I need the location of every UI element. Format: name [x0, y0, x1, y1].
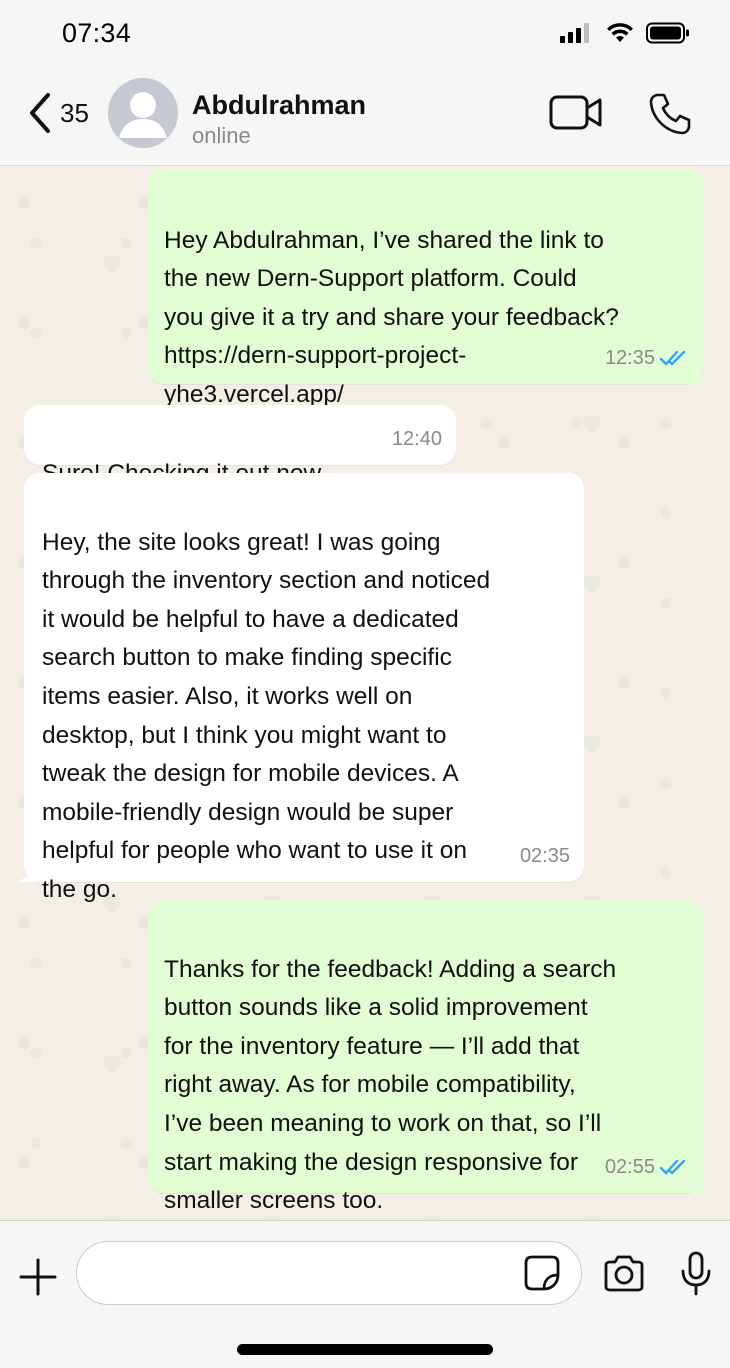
sticker-button[interactable]: [522, 1253, 562, 1298]
camera-button[interactable]: [602, 1255, 646, 1298]
video-call-button[interactable]: [549, 94, 603, 137]
voice-message-button[interactable]: [680, 1251, 712, 1302]
status-time: 07:34: [62, 18, 132, 48]
microphone-icon: [681, 1251, 711, 1296]
sticker-icon: [524, 1255, 560, 1291]
message-text: Hey Abdulrahman, I’ve shared the link to…: [164, 226, 619, 408]
message-bubble-incoming[interactable]: Sure! Checking it out now. 12:40: [24, 405, 456, 487]
bubble-tail: [12, 864, 36, 882]
plus-icon: [19, 1258, 57, 1296]
status-bar: 07:34: [0, 0, 730, 66]
message-time: 02:35: [519, 845, 570, 868]
message-time: 12:40: [391, 428, 442, 451]
back-button[interactable]: 35: [26, 90, 89, 136]
message-time: 02:55: [604, 1156, 655, 1179]
message-meta: 12:35: [605, 339, 689, 378]
status-icons: [560, 22, 690, 44]
message-bubble-outgoing[interactable]: Thanks for the feedback! Adding a search…: [148, 900, 715, 1214]
avatar[interactable]: [108, 78, 178, 148]
bubble-tail: [691, 1175, 715, 1193]
double-check-icon: [659, 350, 686, 366]
chat-screen: 07:34 35 Abdulrahman online Hey Abdulrah…: [0, 0, 730, 1368]
message-bubble-incoming[interactable]: Hey, the site looks great! I was going t…: [12, 473, 584, 903]
video-icon: [549, 95, 602, 130]
bubble-tail: [691, 366, 715, 384]
unread-count: 35: [60, 97, 89, 128]
battery-icon: [646, 22, 689, 44]
user-icon: [108, 78, 178, 148]
voice-call-button[interactable]: [648, 92, 692, 141]
chat-header: 35 Abdulrahman online: [0, 66, 730, 166]
message-input[interactable]: [76, 1241, 582, 1305]
home-indicator: [237, 1344, 493, 1355]
double-check-icon: [659, 1159, 686, 1175]
message-time: 12:35: [604, 347, 655, 370]
message-meta: 02:55: [605, 1148, 689, 1187]
message-text: Hey, the site looks great! I was going t…: [42, 528, 491, 903]
chevron-left-icon: [30, 93, 50, 133]
camera-icon: [604, 1255, 644, 1292]
message-meta: 02:35: [520, 837, 570, 876]
attach-button[interactable]: [18, 1257, 58, 1302]
contact-status: online: [192, 123, 251, 148]
contact-name[interactable]: Abdulrahman: [192, 90, 366, 121]
message-bubble-outgoing[interactable]: Hey Abdulrahman, I’ve shared the link to…: [148, 169, 715, 408]
phone-icon: [649, 93, 691, 135]
message-list[interactable]: Hey Abdulrahman, I’ve shared the link to…: [0, 167, 730, 1220]
signal-icon: [560, 23, 589, 43]
composer-bar: [0, 1220, 730, 1368]
message-meta: 12:40: [392, 420, 442, 459]
wifi-icon: [607, 23, 633, 42]
